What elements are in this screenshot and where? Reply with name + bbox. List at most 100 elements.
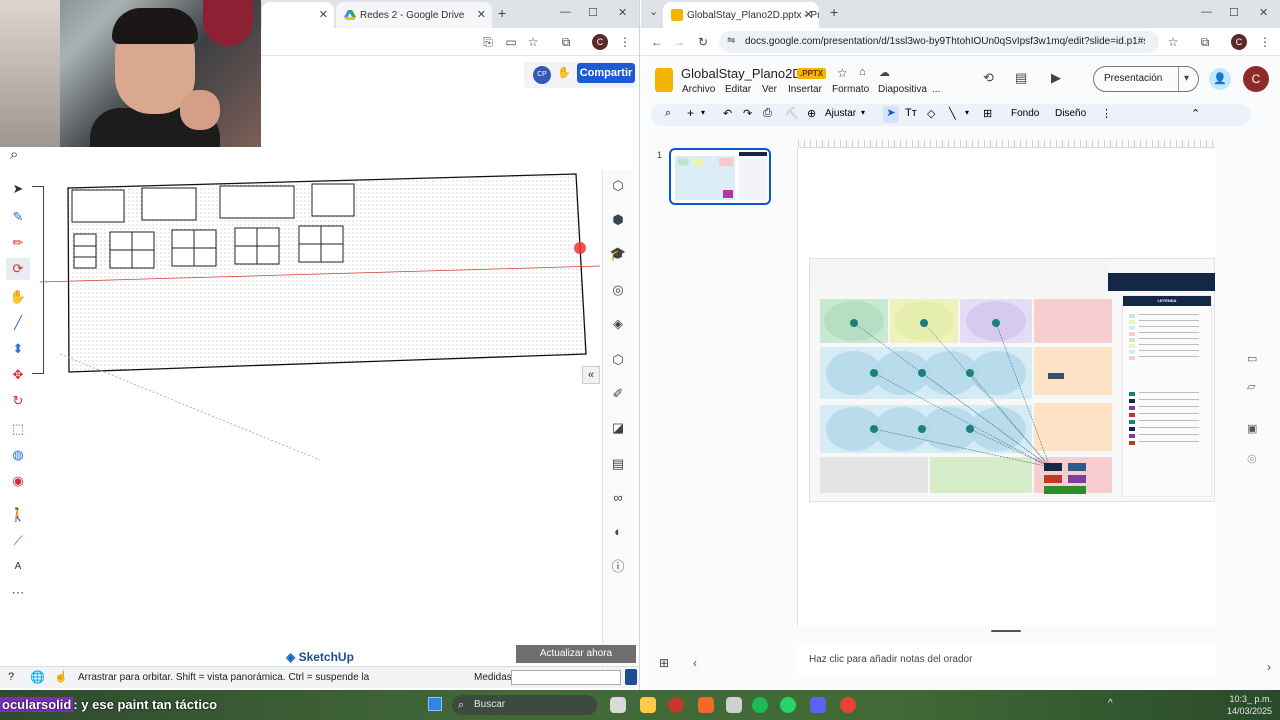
- pan-tool-icon[interactable]: ✋: [6, 286, 30, 308]
- orbit-tool-icon[interactable]: ⟳: [6, 258, 30, 280]
- background-button[interactable]: Fondo: [1011, 108, 1039, 119]
- task-view-icon[interactable]: [610, 697, 626, 713]
- reload-icon[interactable]: ↻: [695, 34, 711, 50]
- pencil-tool-icon[interactable]: ✏: [6, 232, 30, 254]
- line-dropdown-icon[interactable]: ▾: [965, 108, 969, 117]
- info-icon[interactable]: ⓘ: [606, 555, 630, 579]
- address-bar[interactable]: ⇋ docs.google.com/presentation/d/1ssl3wo…: [719, 31, 1159, 53]
- extension-warehouse-icon[interactable]: ◐: [606, 520, 630, 544]
- collapse-filmstrip-icon[interactable]: ‹: [693, 656, 697, 670]
- scenes-icon[interactable]: ▤: [606, 452, 630, 476]
- print-icon[interactable]: ⎙: [763, 107, 772, 120]
- slides-logo-icon[interactable]: [655, 68, 673, 92]
- help-icon[interactable]: ?: [8, 671, 14, 683]
- new-slide-icon[interactable]: +: [687, 106, 694, 120]
- comments-icon[interactable]: ▤: [1015, 70, 1027, 86]
- browser-menu-icon[interactable]: ⋮: [1257, 34, 1273, 50]
- cast-icon[interactable]: ▭: [503, 34, 519, 50]
- speaker-notes[interactable]: Haz clic para añadir notas del orador: [797, 645, 1215, 675]
- spotify-icon[interactable]: [752, 697, 768, 713]
- scale-tool-icon[interactable]: ⬚: [6, 418, 30, 440]
- text-tool-icon[interactable]: A: [6, 556, 30, 578]
- profile-avatar[interactable]: C: [1231, 34, 1247, 50]
- zoom-dropdown-icon[interactable]: ▾: [861, 108, 865, 117]
- menu-insertar[interactable]: Insertar: [788, 84, 822, 95]
- materials-icon[interactable]: ◎: [606, 278, 630, 302]
- model-viewport[interactable]: [40, 168, 610, 528]
- zoom-select[interactable]: Ajustar: [825, 108, 856, 119]
- maximize-icon[interactable]: ☐: [588, 6, 598, 19]
- hand-icon[interactable]: ✋: [557, 66, 571, 79]
- account-avatar[interactable]: C: [1243, 66, 1269, 92]
- chrome-icon[interactable]: [840, 697, 856, 713]
- text-box-icon[interactable]: Tт: [905, 107, 917, 119]
- meet-icon[interactable]: ▶: [1051, 70, 1061, 86]
- forward-icon[interactable]: →: [671, 34, 687, 50]
- paint-format-icon[interactable]: ⛏: [785, 107, 799, 120]
- extensions-icon[interactable]: ⧉: [558, 34, 574, 50]
- undo-icon[interactable]: ↶: [723, 107, 732, 120]
- components-icon[interactable]: ⬢: [606, 208, 630, 232]
- close-tab-icon[interactable]: ✕: [477, 8, 486, 21]
- zoom-icon[interactable]: ⊕: [807, 107, 816, 120]
- user-avatar[interactable]: CP: [533, 66, 551, 84]
- close-window-icon[interactable]: ✕: [1259, 6, 1268, 19]
- tab-google-slides[interactable]: GlobalStay_Plano2D.pptx - Pre ✕: [663, 2, 819, 28]
- globe-icon[interactable]: 🌐: [30, 670, 45, 684]
- present-dropdown-icon[interactable]: ▾: [1178, 67, 1189, 91]
- new-slide-dropdown-icon[interactable]: ▾: [701, 108, 705, 117]
- star-icon[interactable]: ☆: [837, 66, 848, 80]
- slides-side-icon[interactable]: ▣: [1247, 422, 1257, 435]
- whatsapp-icon[interactable]: [780, 697, 796, 713]
- taskbar-clock[interactable]: 10:3_ p.m. 14/03/2025: [1227, 693, 1272, 717]
- history-icon[interactable]: ⟲: [983, 70, 994, 86]
- site-info-icon[interactable]: ⇋: [727, 35, 735, 46]
- menu-editar[interactable]: Editar: [725, 84, 751, 95]
- grid-view-icon[interactable]: ⊞: [659, 656, 669, 670]
- section-plane-icon[interactable]: ⟋: [6, 530, 30, 552]
- walk-tool-icon[interactable]: 🚶: [6, 504, 30, 526]
- comment-icon[interactable]: ⊞: [983, 107, 992, 120]
- more-options-icon[interactable]: ⋮: [1101, 107, 1112, 120]
- floor-plan-image[interactable]: LEYENDA: [809, 258, 1215, 502]
- doc-title[interactable]: GlobalStay_Plano2D: [681, 66, 802, 81]
- styles-icon[interactable]: ◈: [606, 312, 630, 336]
- notes-drag-handle[interactable]: [991, 630, 1021, 632]
- search-icon[interactable]: ⌕: [10, 146, 18, 163]
- windows-start-icon[interactable]: [428, 697, 442, 711]
- close-tab-icon[interactable]: ✕: [804, 8, 813, 21]
- new-tab-icon[interactable]: +: [830, 4, 838, 20]
- present-button[interactable]: Presentación ▾: [1093, 66, 1199, 92]
- profile-avatar[interactable]: C: [592, 34, 608, 50]
- select-tool-icon[interactable]: ➤: [883, 106, 899, 123]
- minimize-icon[interactable]: —: [560, 6, 571, 18]
- extensions-icon[interactable]: ⧉: [1197, 34, 1213, 50]
- design-button[interactable]: Diseño: [1055, 108, 1086, 119]
- back-icon[interactable]: ←: [649, 34, 665, 50]
- app-orange-icon[interactable]: [698, 697, 714, 713]
- paint-bucket-icon[interactable]: ◍: [6, 444, 30, 466]
- slide-thumbnail-1[interactable]: [669, 148, 771, 205]
- share-button[interactable]: Compartir: [577, 63, 635, 83]
- update-now-button[interactable]: Actualizar ahora: [516, 645, 636, 663]
- select-tool-icon[interactable]: ➤: [6, 178, 30, 200]
- tab-sketchup[interactable]: ✕: [262, 2, 334, 28]
- display-icon[interactable]: ∞: [606, 486, 630, 510]
- eraser-tool-icon[interactable]: ✎: [6, 206, 30, 228]
- tags-icon[interactable]: ⬡: [606, 348, 630, 372]
- maximize-icon[interactable]: ☐: [1229, 6, 1239, 19]
- rotate-tool-icon[interactable]: ↻: [6, 390, 30, 412]
- close-tab-icon[interactable]: ✕: [319, 8, 328, 21]
- share-icon[interactable]: 👤: [1209, 68, 1231, 90]
- menu-diapositiva[interactable]: Diapositiva: [878, 84, 927, 95]
- minimize-icon[interactable]: —: [1201, 6, 1212, 18]
- menu-ver[interactable]: Ver: [762, 84, 777, 95]
- folder-icon[interactable]: ▱: [1247, 380, 1255, 393]
- line-tool-icon[interactable]: ╱: [6, 312, 30, 334]
- tab-google-drive[interactable]: Redes 2 - Google Drive ✕: [336, 2, 492, 28]
- translate-icon[interactable]: ⎘: [480, 34, 496, 50]
- menu-more[interactable]: ...: [932, 84, 940, 95]
- app-gray-icon[interactable]: [726, 697, 742, 713]
- bookmark-star-icon[interactable]: ☆: [525, 34, 541, 50]
- app-red-icon[interactable]: [668, 697, 684, 713]
